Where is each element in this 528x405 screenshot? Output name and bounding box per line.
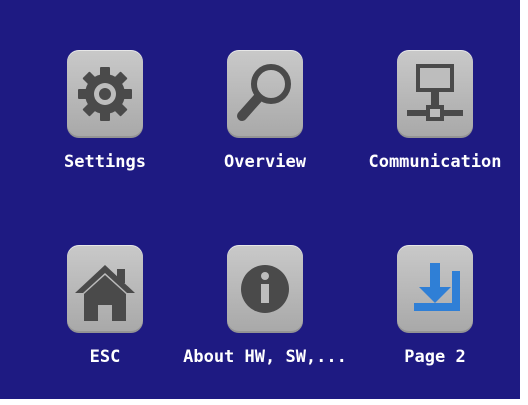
- page-2-button[interactable]: Page 2: [360, 245, 510, 385]
- page-2-tile[interactable]: [397, 245, 473, 333]
- esc-button[interactable]: ESC: [30, 245, 180, 385]
- settings-button[interactable]: Settings: [30, 50, 180, 190]
- settings-tile[interactable]: [67, 50, 143, 138]
- home-icon: [75, 265, 135, 321]
- esc-tile[interactable]: [67, 245, 143, 333]
- network-icon: [407, 64, 463, 121]
- screen: Settings Overview Communication ESC Abou…: [0, 0, 528, 405]
- magnifier-icon: [237, 64, 291, 121]
- communication-label: Communication: [368, 152, 502, 172]
- about-label: About HW, SW,...: [183, 347, 347, 367]
- communication-tile[interactable]: [397, 50, 473, 138]
- download-arrow-icon: [414, 263, 460, 311]
- overview-label: Overview: [224, 152, 306, 172]
- menu-panel: Settings Overview Communication ESC Abou…: [0, 0, 520, 399]
- page-2-label: Page 2: [404, 347, 466, 367]
- overview-button[interactable]: Overview: [190, 50, 340, 190]
- about-tile[interactable]: [227, 245, 303, 333]
- about-button[interactable]: About HW, SW,...: [183, 245, 347, 385]
- gear-icon: [78, 67, 132, 121]
- communication-button[interactable]: Communication: [360, 50, 510, 190]
- overview-tile[interactable]: [227, 50, 303, 138]
- info-icon: [241, 265, 289, 313]
